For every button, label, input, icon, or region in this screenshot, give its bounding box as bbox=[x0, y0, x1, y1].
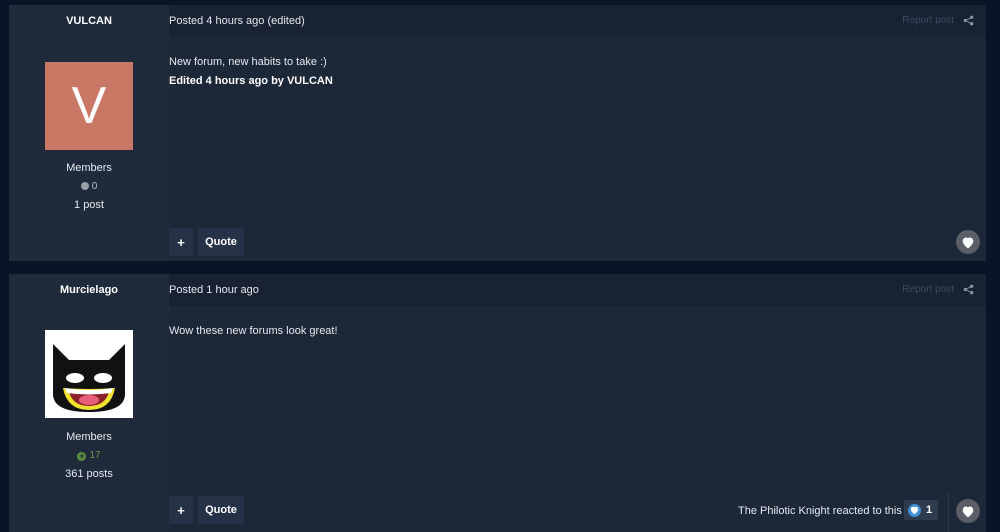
report-post-link[interactable]: Report post bbox=[902, 15, 954, 26]
reputation-badge: 0 bbox=[9, 181, 169, 192]
reputation-value: 17 bbox=[89, 450, 101, 461]
post-content: New forum, new habits to take :) bbox=[169, 56, 327, 68]
share-icon[interactable] bbox=[963, 15, 974, 26]
reaction-count-badge[interactable]: 1 bbox=[904, 500, 938, 520]
share-icon[interactable] bbox=[963, 284, 974, 295]
avatar[interactable]: V bbox=[45, 62, 133, 150]
reaction-count: 1 bbox=[926, 504, 933, 516]
post-murcielago: Murcielago Members +17 361 posts Posted … bbox=[9, 274, 986, 532]
author-panel: VULCAN V Members 0 1 post bbox=[9, 5, 169, 261]
quote-button[interactable]: Quote bbox=[198, 496, 244, 524]
report-post-link[interactable]: Report post bbox=[902, 284, 954, 295]
plus-circle-icon: + bbox=[77, 451, 87, 461]
heart-icon[interactable] bbox=[956, 499, 980, 523]
author-name[interactable]: VULCAN bbox=[9, 15, 169, 27]
heart-reaction-icon bbox=[908, 503, 921, 517]
quote-button[interactable]: Quote bbox=[198, 228, 244, 256]
member-group: Members bbox=[66, 431, 112, 443]
author-panel: Murcielago Members +17 361 posts bbox=[9, 274, 169, 532]
avatar[interactable] bbox=[45, 330, 133, 418]
post-count: 361 posts bbox=[65, 468, 113, 480]
batman-face-icon bbox=[45, 330, 133, 418]
heart-glyph bbox=[962, 506, 974, 517]
post-meta-bar: Posted 4 hours ago (edited) Report post bbox=[169, 5, 986, 37]
dot-icon bbox=[80, 182, 89, 190]
edited-note: Edited 4 hours ago by VULCAN bbox=[169, 75, 333, 87]
reputation-value: 0 bbox=[91, 181, 98, 192]
heart-icon[interactable] bbox=[956, 230, 980, 254]
avatar-letter: V bbox=[71, 77, 107, 135]
post-vulcan: VULCAN V Members 0 1 post Posted 4 hours… bbox=[9, 5, 986, 261]
multiquote-button[interactable]: + bbox=[169, 228, 193, 256]
author-name[interactable]: Murcielago bbox=[9, 284, 169, 296]
posted-time[interactable]: Posted 1 hour ago bbox=[169, 284, 259, 296]
reaction-summary[interactable]: The Philotic Knight reacted to this bbox=[738, 505, 902, 517]
divider bbox=[948, 492, 949, 532]
heart-glyph bbox=[962, 237, 974, 248]
post-count: 1 post bbox=[74, 199, 104, 211]
member-group: Members bbox=[66, 162, 112, 174]
post-content: Wow these new forums look great! bbox=[169, 325, 338, 337]
post-meta-bar: Posted 1 hour ago Report post bbox=[169, 274, 986, 306]
multiquote-button[interactable]: + bbox=[169, 496, 193, 524]
reputation-badge: +17 bbox=[9, 450, 169, 461]
posted-time[interactable]: Posted 4 hours ago (edited) bbox=[169, 15, 305, 27]
